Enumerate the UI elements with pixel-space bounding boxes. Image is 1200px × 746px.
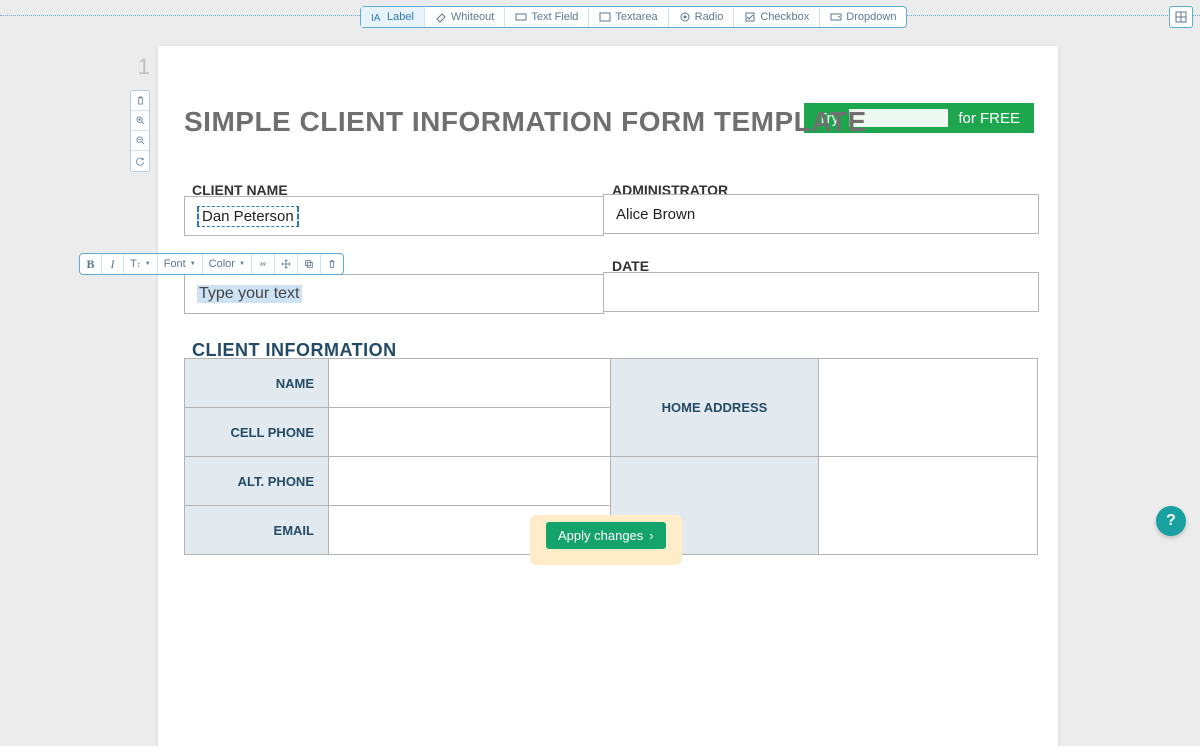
link-icon bbox=[258, 259, 268, 269]
bold-button[interactable]: B bbox=[80, 254, 102, 274]
placeholder-selected-text[interactable]: Type your text bbox=[197, 285, 302, 303]
font-size-symbol: T↕ bbox=[130, 258, 141, 270]
text-format-toolbar: B I T↕ ▼ Font ▼ Color ▼ bbox=[79, 253, 344, 275]
chevron-down-icon: ▼ bbox=[145, 261, 151, 267]
administrator-field[interactable]: Alice Brown bbox=[603, 194, 1039, 234]
active-text-field[interactable]: Type your text bbox=[184, 274, 604, 314]
administrator-value: Alice Brown bbox=[616, 206, 695, 223]
toolbar-textarea[interactable]: Textarea bbox=[589, 7, 668, 27]
toolbar-dropdown[interactable]: Dropdown bbox=[820, 7, 906, 27]
page-tools-toolbar bbox=[130, 90, 150, 172]
italic-button[interactable]: I bbox=[102, 254, 124, 274]
toolbar-radio-text: Radio bbox=[695, 11, 724, 23]
toolbar-whiteout-text: Whiteout bbox=[451, 11, 494, 23]
zoom-in-icon bbox=[136, 116, 145, 125]
table-row: NAME HOME ADDRESS bbox=[185, 359, 1038, 408]
page-title: SIMPLE CLIENT INFORMATION FORM TEMPLATE bbox=[184, 106, 867, 138]
grid-button[interactable] bbox=[1169, 6, 1193, 28]
chevron-right-icon: › bbox=[649, 528, 653, 543]
date-field[interactable] bbox=[603, 272, 1039, 312]
color-button[interactable]: Color ▼ bbox=[203, 254, 252, 274]
apply-changes-wrap: Apply changes › bbox=[530, 515, 682, 565]
toolbar-radio[interactable]: Radio bbox=[669, 7, 735, 27]
font-family-button[interactable]: Font ▼ bbox=[158, 254, 203, 274]
font-size-button[interactable]: T↕ ▼ bbox=[124, 254, 158, 274]
toolbar-textarea-text: Textarea bbox=[615, 11, 657, 23]
promo-free: for FREE bbox=[958, 110, 1020, 127]
info-cellphone-label: CELL PHONE bbox=[185, 408, 329, 457]
trash-icon bbox=[327, 259, 337, 269]
zoom-out-icon bbox=[136, 136, 145, 145]
toolbar-textfield-text: Text Field bbox=[531, 11, 578, 23]
toolbar-dropdown-text: Dropdown bbox=[846, 11, 896, 23]
refresh-button[interactable] bbox=[131, 151, 149, 171]
apply-changes-label: Apply changes bbox=[558, 528, 643, 543]
page-number: 1 bbox=[120, 54, 150, 80]
textfield-icon bbox=[515, 11, 527, 23]
toolbar-textfield[interactable]: Text Field bbox=[505, 7, 589, 27]
info-email-label: EMAIL bbox=[185, 506, 329, 555]
info-altphone-value[interactable] bbox=[329, 457, 611, 506]
info-cellphone-value[interactable] bbox=[329, 408, 611, 457]
info-name-label: NAME bbox=[185, 359, 329, 408]
client-name-field[interactable]: Dan Peterson bbox=[184, 196, 604, 236]
dropdown-icon bbox=[830, 11, 842, 23]
textarea-icon bbox=[599, 11, 611, 23]
client-name-value[interactable]: Dan Peterson bbox=[197, 206, 299, 227]
trash-icon bbox=[136, 96, 145, 105]
move-icon bbox=[281, 259, 291, 269]
checkbox-icon bbox=[744, 11, 756, 23]
color-label: Color bbox=[209, 258, 235, 270]
toolbar-whiteout[interactable]: Whiteout bbox=[425, 7, 505, 27]
fields-toolbar: IA Label Whiteout Text Field Textarea Ra… bbox=[360, 6, 907, 28]
copy-icon bbox=[304, 259, 314, 269]
delete-button[interactable] bbox=[321, 254, 343, 274]
document-page[interactable]: Try for FREE SIMPLE CLIENT INFORMATION F… bbox=[158, 46, 1058, 746]
help-button[interactable]: ? bbox=[1156, 506, 1186, 536]
chevron-down-icon: ▼ bbox=[239, 261, 245, 267]
toolbar-label[interactable]: IA Label bbox=[361, 7, 425, 27]
info-name-value[interactable] bbox=[329, 359, 611, 408]
font-label: Font bbox=[164, 258, 186, 270]
zoom-in-button[interactable] bbox=[131, 111, 149, 131]
toolbar-checkbox-text: Checkbox bbox=[760, 11, 809, 23]
toolbar-label-text: Label bbox=[387, 11, 414, 23]
refresh-icon bbox=[136, 157, 145, 166]
label-icon: IA bbox=[371, 11, 383, 23]
help-icon: ? bbox=[1166, 512, 1176, 530]
toolbar-checkbox[interactable]: Checkbox bbox=[734, 7, 820, 27]
apply-changes-button[interactable]: Apply changes › bbox=[546, 522, 666, 549]
link-button[interactable] bbox=[252, 254, 275, 274]
delete-page-button[interactable] bbox=[131, 91, 149, 111]
svg-text:IA: IA bbox=[371, 13, 381, 23]
table-row: ALT. PHONE bbox=[185, 457, 1038, 506]
eraser-icon bbox=[435, 11, 447, 23]
info-altphone-label: ALT. PHONE bbox=[185, 457, 329, 506]
zoom-out-button[interactable] bbox=[131, 131, 149, 151]
home-address-value-2[interactable] bbox=[819, 457, 1038, 555]
copy-button[interactable] bbox=[298, 254, 321, 274]
home-address-value[interactable] bbox=[819, 359, 1038, 457]
home-address-label: HOME ADDRESS bbox=[611, 359, 819, 457]
move-button[interactable] bbox=[275, 254, 298, 274]
grid-icon bbox=[1175, 11, 1187, 23]
radio-icon bbox=[679, 11, 691, 23]
chevron-down-icon: ▼ bbox=[190, 261, 196, 267]
